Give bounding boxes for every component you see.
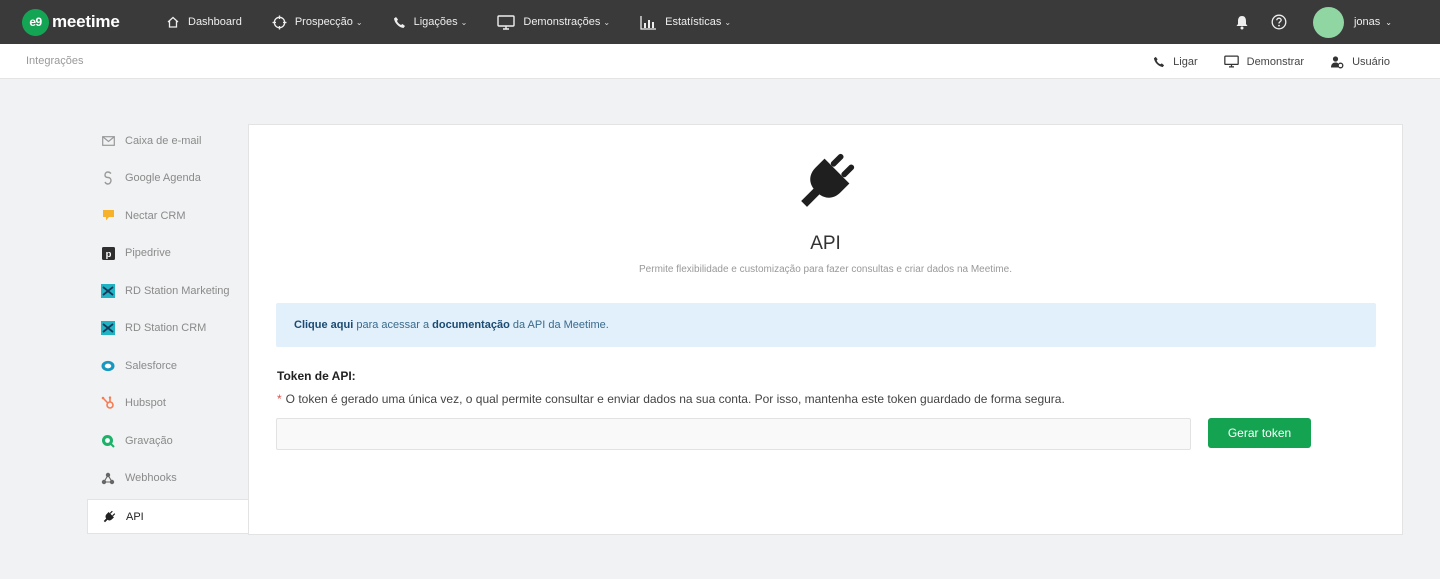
nav-item-label: Demonstrações <box>523 16 601 28</box>
sidebar-item-hubspot[interactable]: Hubspot <box>87 385 249 423</box>
nav-item-dashboard[interactable]: Dashboard <box>166 15 242 29</box>
ligar-label: Ligar <box>1173 55 1198 68</box>
required-mark: * <box>277 392 282 406</box>
sidebar-item-nectar-crm[interactable]: Nectar CRM <box>87 197 249 235</box>
sidebar-item-rd-station-marketing[interactable]: RD Station Marketing <box>87 272 249 310</box>
sub-header: Integrações Ligar Demonstrar Usuário <box>0 44 1440 79</box>
integrations-sidebar: Caixa de e-mail Google Agenda Nectar CRM… <box>87 122 249 534</box>
sidebar-item-label: Salesforce <box>125 359 177 372</box>
salesforce-icon <box>101 359 115 373</box>
main-nav: Dashboard Prospecção ⌄ Ligações ⌄ Demons… <box>166 14 761 30</box>
user-name: jonas <box>1353 16 1381 28</box>
nectar-icon <box>101 209 115 223</box>
nav-item-estatisticas[interactable]: Estatísticas ⌄ <box>640 15 731 30</box>
nav-item-label: Estatísticas <box>665 16 722 28</box>
home-icon <box>167 16 179 28</box>
user-menu[interactable]: jonas ⌄ <box>1354 16 1392 28</box>
chevron-down-icon: ⌄ <box>1385 18 1392 27</box>
breadcrumb: Integrações <box>26 55 84 67</box>
sidebar-item-salesforce[interactable]: Salesforce <box>87 347 249 385</box>
pipedrive-icon: p <box>101 246 115 260</box>
envelope-icon <box>101 134 115 148</box>
chevron-down-icon: ⌄ <box>603 17 611 27</box>
token-note: * O token é gerado uma única vez, o qual … <box>277 392 1065 406</box>
chevron-down-icon: ⌄ <box>724 17 732 27</box>
sidebar-item-label: Google Agenda <box>125 172 201 185</box>
chevron-down-icon: ⌄ <box>460 17 468 27</box>
sidebar-item-label: Pipedrive <box>125 247 171 260</box>
sidebar-item-label: Webhooks <box>125 472 177 485</box>
generate-token-button[interactable]: Gerar token <box>1208 418 1311 448</box>
ligar-button[interactable]: Ligar <box>1153 55 1198 68</box>
recording-icon <box>101 434 115 448</box>
nav-item-prospeccao[interactable]: Prospecção ⌄ <box>272 15 363 30</box>
google-icon <box>101 171 115 185</box>
phone-icon <box>1154 56 1165 67</box>
documentacao-link[interactable]: documentação <box>432 319 510 331</box>
sidebar-item-label: API <box>126 510 144 523</box>
info-text: para acessar a <box>353 319 433 331</box>
nav-item-label: Prospecção <box>294 16 353 28</box>
hubspot-icon <box>101 396 115 410</box>
api-integration-panel: API Permite flexibilidade e customização… <box>248 124 1403 535</box>
token-note-text: O token é gerado uma única vez, o qual p… <box>285 392 1065 406</box>
webhooks-icon <box>101 471 115 485</box>
rdstation-icon <box>101 283 115 298</box>
sidebar-item-api[interactable]: API <box>87 499 249 534</box>
user-gear-icon <box>1331 55 1344 68</box>
sidebar-item-label: Hubspot <box>125 397 166 410</box>
logo-text: meetime <box>52 12 120 31</box>
help-button[interactable] <box>1271 14 1287 30</box>
token-input[interactable] <box>276 418 1191 450</box>
monitor-icon <box>497 14 516 30</box>
bell-icon <box>1236 15 1248 29</box>
nav-item-label: Ligações <box>413 16 458 28</box>
help-icon <box>1271 14 1287 30</box>
nav-item-ligacoes[interactable]: Ligações ⌄ <box>393 16 468 29</box>
clique-aqui-link[interactable]: Clique aqui <box>294 319 353 331</box>
usuario-button[interactable]: Usuário <box>1330 55 1390 69</box>
sidebar-item-caixa-de-email[interactable]: Caixa de e-mail <box>87 122 249 160</box>
sidebar-item-label: Caixa de e-mail <box>125 134 202 147</box>
rdstation-icon <box>101 321 115 336</box>
sidebar-item-webhooks[interactable]: Webhooks <box>87 460 249 498</box>
nav-item-label: Dashboard <box>188 16 242 28</box>
sidebar-item-label: RD Station Marketing <box>125 284 230 297</box>
logo[interactable]: e9 meetime <box>22 8 152 36</box>
crosshair-icon <box>272 15 287 29</box>
sidebar-item-gravacao[interactable]: Gravação <box>87 422 249 460</box>
sidebar-item-label: Gravação <box>125 434 173 447</box>
info-text: da API da Meetime. <box>509 319 609 331</box>
demonstrar-label: Demonstrar <box>1246 55 1305 68</box>
monitor-icon <box>1223 55 1239 68</box>
plug-icon <box>102 510 116 524</box>
phone-icon <box>393 16 405 28</box>
usuario-label: Usuário <box>1352 55 1390 68</box>
page-title: API <box>810 233 841 254</box>
demonstrar-button[interactable]: Demonstrar <box>1223 55 1305 68</box>
svg-text:p: p <box>105 249 111 260</box>
chevron-down-icon: ⌄ <box>355 17 363 27</box>
sidebar-item-rd-station-crm[interactable]: RD Station CRM <box>87 310 249 348</box>
page-subtitle: Permite flexibilidade e customização par… <box>639 264 1012 275</box>
token-label: Token de API: <box>277 369 356 383</box>
top-right-controls: jonas ⌄ <box>1213 0 1392 44</box>
nav-item-demonstracoes[interactable]: Demonstrações ⌄ <box>497 14 611 30</box>
plug-icon <box>801 153 855 207</box>
chart-icon <box>640 15 657 30</box>
quick-actions: Ligar Demonstrar Usuário <box>1127 44 1390 79</box>
avatar[interactable] <box>1312 6 1344 38</box>
notifications-button[interactable] <box>1235 15 1249 30</box>
sidebar-item-label: RD Station CRM <box>125 322 207 335</box>
sidebar-item-label: Nectar CRM <box>125 209 186 222</box>
sidebar-item-pipedrive[interactable]: p Pipedrive <box>87 235 249 273</box>
logo-badge: e9 <box>22 8 49 36</box>
top-navbar: e9 meetime Dashboard Prospecção ⌄ Ligaçõ… <box>0 0 1440 44</box>
documentation-info-banner: Clique aqui para acessar a documentação … <box>276 303 1376 347</box>
sidebar-item-google-agenda[interactable]: Google Agenda <box>87 160 249 198</box>
